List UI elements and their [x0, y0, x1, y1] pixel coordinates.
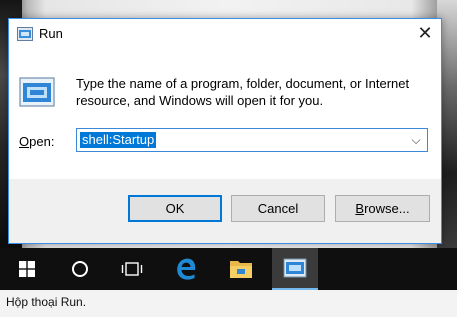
open-label: Open:	[19, 134, 54, 149]
task-view-button[interactable]	[109, 248, 155, 290]
search-circle-icon	[72, 261, 88, 277]
image-caption: Hộp thoại Run.	[0, 290, 457, 317]
file-explorer-button[interactable]	[218, 248, 264, 290]
task-view-icon	[121, 262, 143, 276]
run-taskbar-button[interactable]	[272, 248, 318, 290]
file-explorer-icon	[230, 261, 252, 278]
run-app-icon	[283, 258, 307, 278]
open-combobox[interactable]: shell:Startup ⌵	[76, 128, 428, 152]
run-dialog: Run ✕ Type the name of a program, folder…	[8, 18, 442, 244]
open-label-accelerator: O	[19, 134, 30, 149]
browse-accelerator: B	[355, 201, 365, 216]
open-label-rest: pen:	[29, 134, 55, 149]
dialog-description: Type the name of a program, folder, docu…	[76, 76, 410, 108]
taskbar	[0, 248, 457, 290]
edge-button[interactable]	[163, 248, 209, 290]
edge-browser-icon	[177, 258, 196, 280]
start-button[interactable]	[4, 248, 50, 290]
run-app-icon	[17, 27, 33, 41]
cancel-button[interactable]: Cancel	[231, 195, 325, 222]
close-icon: ✕	[417, 22, 433, 43]
windows-start-icon	[19, 261, 35, 277]
window-title: Run	[39, 26, 63, 41]
title-bar[interactable]: Run ✕	[9, 19, 441, 49]
open-input[interactable]: shell:Startup	[80, 132, 157, 148]
close-button[interactable]: ✕	[409, 19, 441, 47]
browse-label-rest: rowse...	[364, 201, 410, 216]
search-button[interactable]	[57, 248, 103, 290]
run-dialog-icon	[19, 77, 55, 107]
ok-button[interactable]: OK	[128, 195, 222, 222]
browse-button[interactable]: Browse...	[335, 195, 430, 222]
chevron-down-icon[interactable]: ⌵	[409, 132, 423, 148]
